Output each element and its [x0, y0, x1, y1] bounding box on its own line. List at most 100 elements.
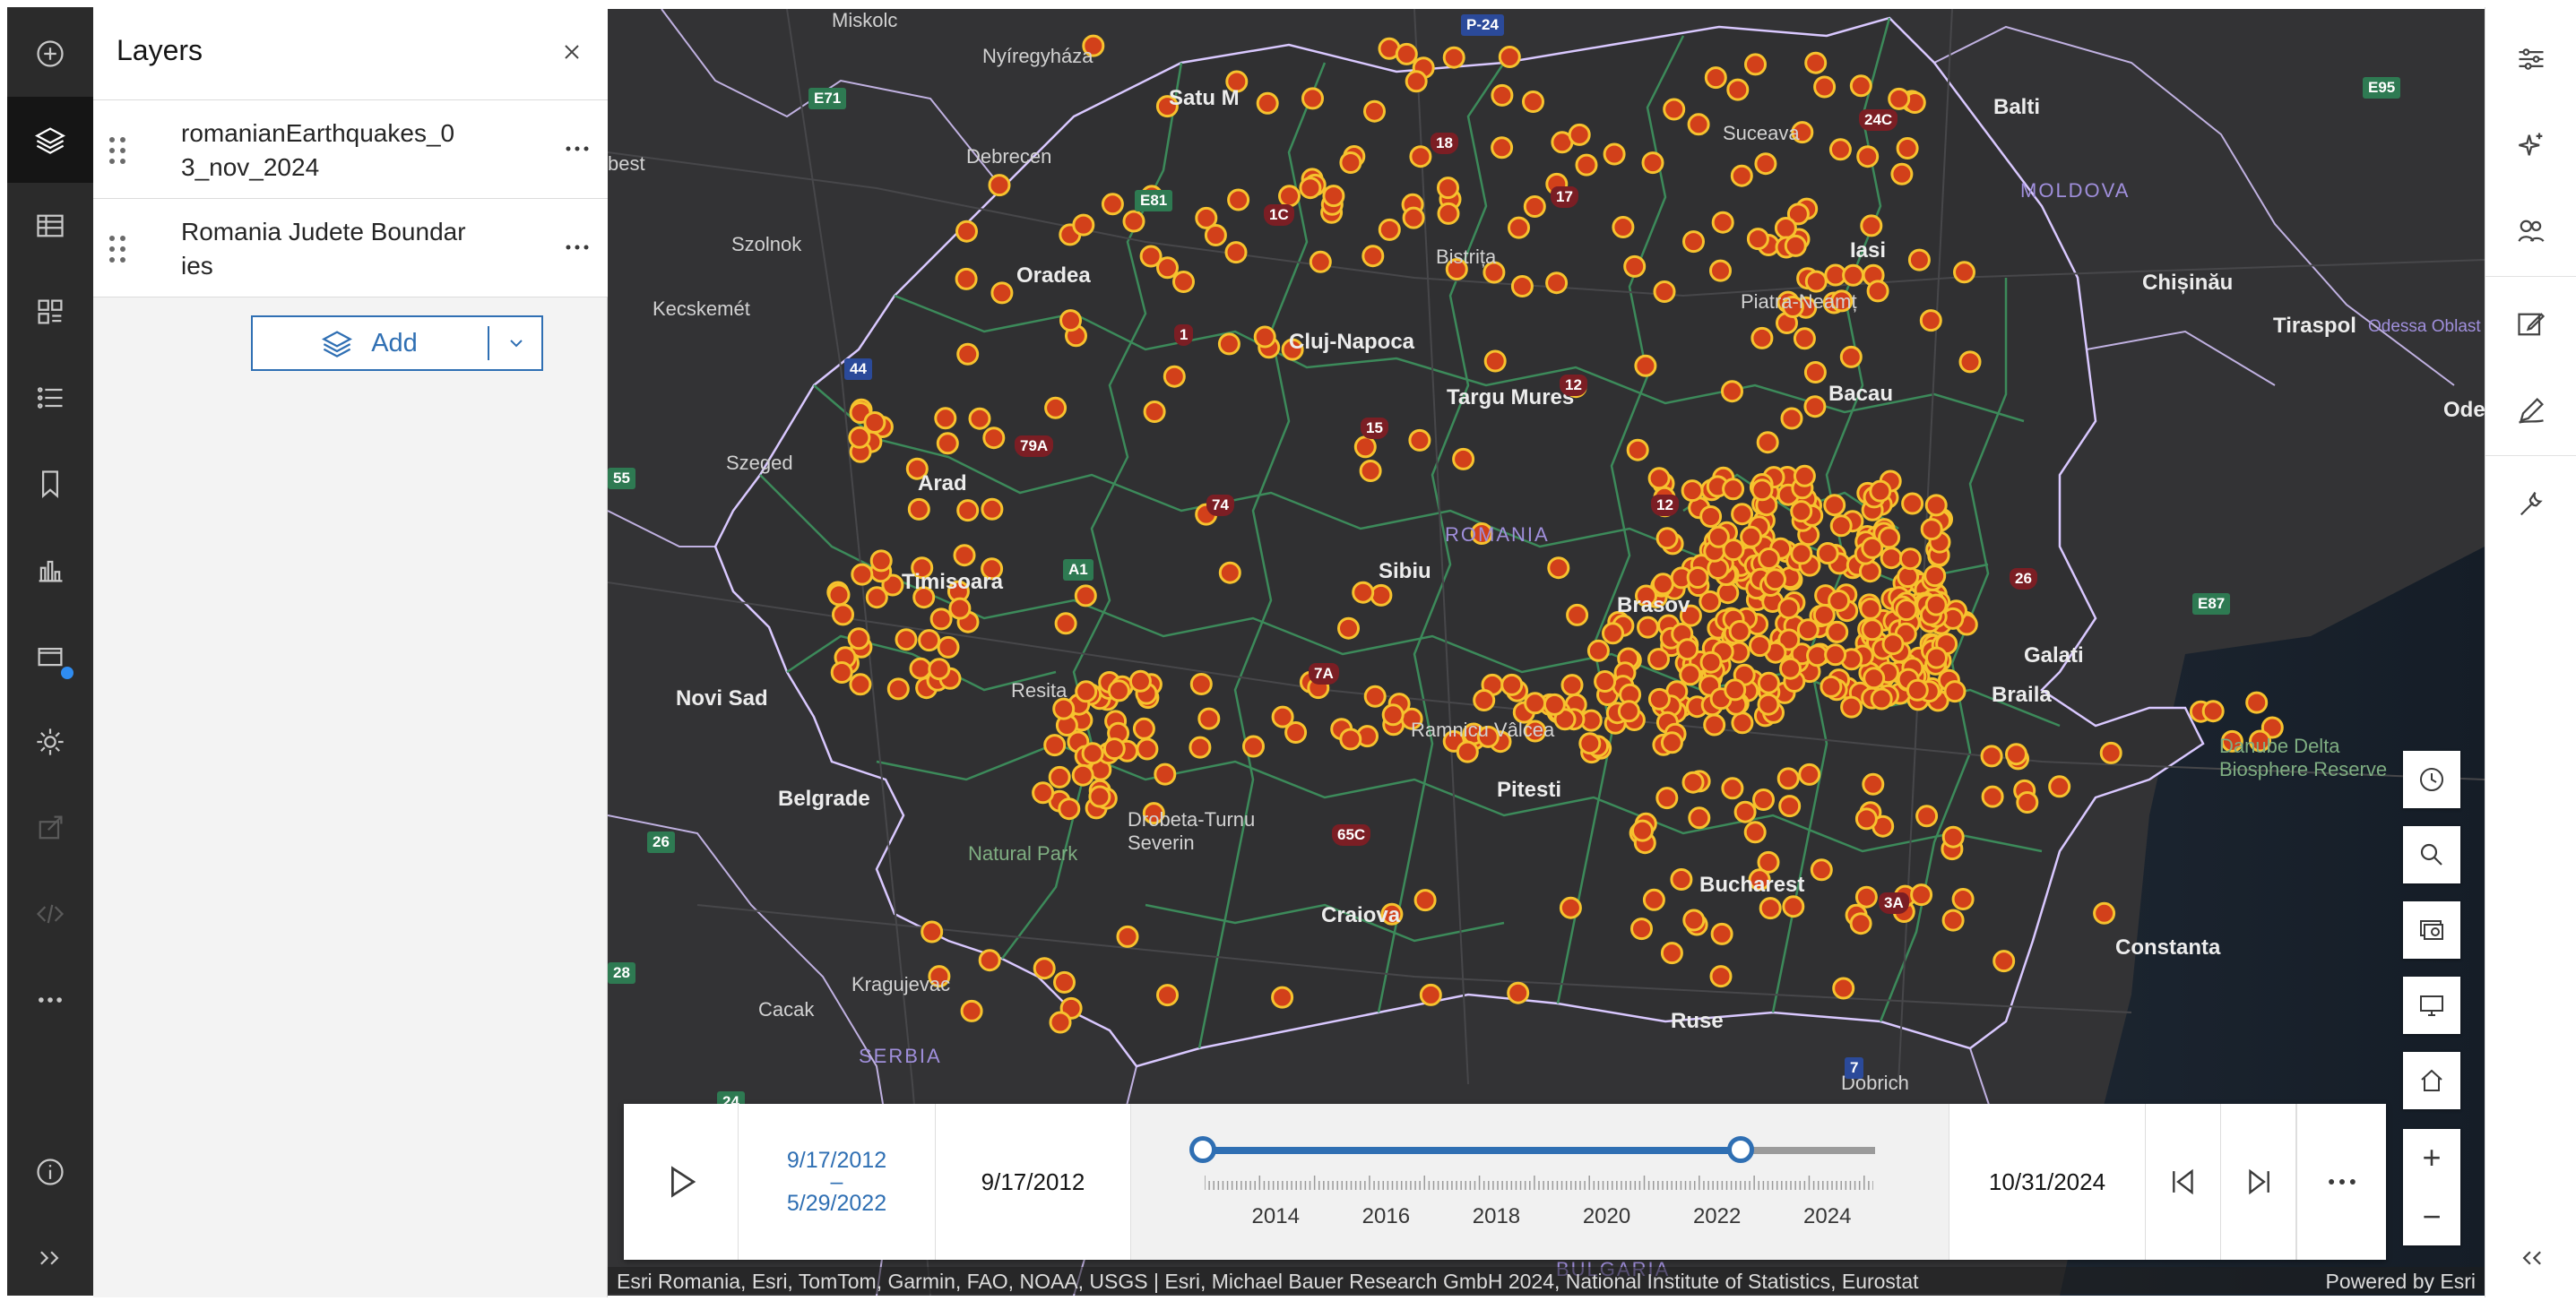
earthquake-point	[1437, 202, 1460, 225]
earthquake-point	[1840, 695, 1863, 719]
earthquake-point	[1081, 742, 1104, 765]
earthquake-point	[2245, 691, 2269, 714]
drag-handle-icon[interactable]	[106, 134, 129, 167]
map-label: MOLDOVA	[2020, 179, 2131, 202]
earthquake-point	[1547, 556, 1570, 580]
earthquake-point	[1866, 280, 1889, 303]
embed-icon[interactable]	[7, 871, 93, 957]
drag-handle-icon[interactable]	[106, 233, 129, 265]
earthquake-point	[1072, 213, 1095, 237]
list-icon[interactable]	[7, 355, 93, 441]
sketch-icon[interactable]	[2485, 367, 2576, 453]
legend-icon[interactable]	[7, 269, 93, 355]
home-icon[interactable]	[2403, 1052, 2460, 1109]
pop-ups-icon[interactable]	[2485, 281, 2576, 367]
zoom-out-button[interactable]: −	[2403, 1188, 2460, 1245]
map-label: Bucharest	[1699, 873, 1805, 897]
basemap-gallery-icon[interactable]	[2403, 901, 2460, 959]
layer-options-icon[interactable]	[559, 229, 595, 265]
earthquake-point	[1901, 492, 1924, 515]
road-shield: 17	[1551, 186, 1578, 208]
earthquake-point	[1154, 763, 1177, 786]
styles-icon[interactable]	[2485, 188, 2576, 274]
share-icon[interactable]	[7, 785, 93, 871]
earthquake-point	[1924, 494, 1948, 517]
attribution-text[interactable]: Esri Romania, Esri, TomTom, Garmin, FAO,…	[617, 1270, 1919, 1294]
layers-icon[interactable]	[7, 97, 93, 183]
slider-start-thumb[interactable]	[1189, 1136, 1216, 1163]
earthquake-point	[921, 920, 944, 943]
map-label: Suceava	[1723, 122, 1800, 144]
earthquake-point	[1559, 896, 1582, 919]
slider-options-button[interactable]	[2296, 1104, 2386, 1260]
play-button[interactable]	[624, 1104, 739, 1260]
earthquake-point	[1919, 309, 1942, 332]
earthquake-point	[1774, 217, 1797, 239]
time-extent[interactable]: 9/17/2012 – 5/29/2022	[739, 1104, 936, 1260]
slider-ticks	[1205, 1176, 1873, 1190]
basemap	[608, 9, 2485, 1296]
earthquake-point	[849, 673, 872, 696]
properties-icon[interactable]	[2485, 16, 2576, 102]
time-icon[interactable]	[2403, 751, 2460, 808]
earthquake-point	[1660, 731, 1683, 754]
road-shield: 74	[1206, 495, 1234, 516]
previous-step-button[interactable]	[2146, 1104, 2221, 1260]
panel-header: Layers	[93, 7, 608, 100]
bookmark-icon[interactable]	[7, 441, 93, 527]
table-icon[interactable]	[7, 183, 93, 269]
more-icon[interactable]	[7, 957, 93, 1043]
add-icon[interactable]	[7, 11, 93, 97]
year-label: 2014	[1251, 1204, 1300, 1228]
chevron-down-icon[interactable]	[491, 317, 541, 369]
map-label: Balti	[1993, 95, 2041, 119]
map-label: Bacau	[1828, 382, 1894, 406]
earthquake-point	[1906, 678, 1929, 702]
earthquake-point	[1870, 687, 1893, 711]
add-layer-button[interactable]: Add	[251, 315, 543, 371]
add-button-main[interactable]: Add	[253, 317, 486, 369]
earthquake-point	[1655, 787, 1679, 810]
close-icon[interactable]	[554, 34, 590, 70]
zoom-in-button[interactable]: +	[2403, 1129, 2460, 1186]
earthquake-point	[847, 627, 870, 650]
slider-track[interactable]	[1203, 1147, 1875, 1154]
earthquake-point	[1710, 922, 1733, 945]
earthquake-point	[1617, 700, 1640, 723]
app-window: Layers romanianEarthquakes_03_nov_2024 R…	[0, 0, 2576, 1297]
search-icon[interactable]	[2403, 826, 2460, 883]
slider-track-area[interactable]: 2014 2016 2018 2020 2022 2024	[1131, 1104, 1949, 1260]
road-shield: 44	[844, 358, 872, 380]
earthquake-point	[1854, 885, 1878, 909]
map-view[interactable]: Miskolc Nyíregyháza Debrecen Szolnok Kec…	[608, 9, 2485, 1296]
map-properties-icon[interactable]	[7, 613, 93, 699]
layer-options-icon[interactable]	[559, 131, 595, 167]
earthquake-point	[1790, 500, 1813, 523]
earthquake-point	[1337, 616, 1360, 640]
earthquake-point	[953, 544, 976, 567]
powered-by-esri[interactable]: Powered by Esri	[2326, 1270, 2476, 1294]
expand-icon[interactable]	[7, 1215, 93, 1301]
collapse-icon[interactable]	[2485, 1215, 2576, 1301]
earthquake-point	[1699, 650, 1723, 674]
configure-icon[interactable]	[2485, 461, 2576, 547]
earthquake-point	[990, 281, 1014, 305]
chart-icon[interactable]	[7, 527, 93, 613]
slider-end-thumb[interactable]	[1727, 1136, 1754, 1163]
earthquake-point	[1253, 325, 1276, 349]
earthquake-point	[1578, 732, 1602, 755]
layer-item[interactable]: Romania Judete Boundaries	[93, 199, 608, 297]
earthquake-point	[1951, 888, 1975, 910]
time-slider: 9/17/2012 – 5/29/2022 9/17/2012 2014 2016…	[624, 1104, 2386, 1260]
earthquake-point	[1863, 667, 1886, 690]
earthquake-point	[1189, 673, 1213, 695]
settings-icon[interactable]	[7, 699, 93, 785]
effects-icon[interactable]	[2485, 102, 2576, 188]
map-label: Kragujevac	[851, 973, 951, 995]
fullscreen-icon[interactable]	[2403, 977, 2460, 1034]
layer-item[interactable]: romanianEarthquakes_03_nov_2024	[93, 100, 608, 199]
earthquake-point	[1711, 211, 1734, 234]
map-label: Timisoara	[902, 570, 1003, 594]
info-icon[interactable]	[7, 1129, 93, 1215]
next-step-button[interactable]	[2221, 1104, 2296, 1260]
